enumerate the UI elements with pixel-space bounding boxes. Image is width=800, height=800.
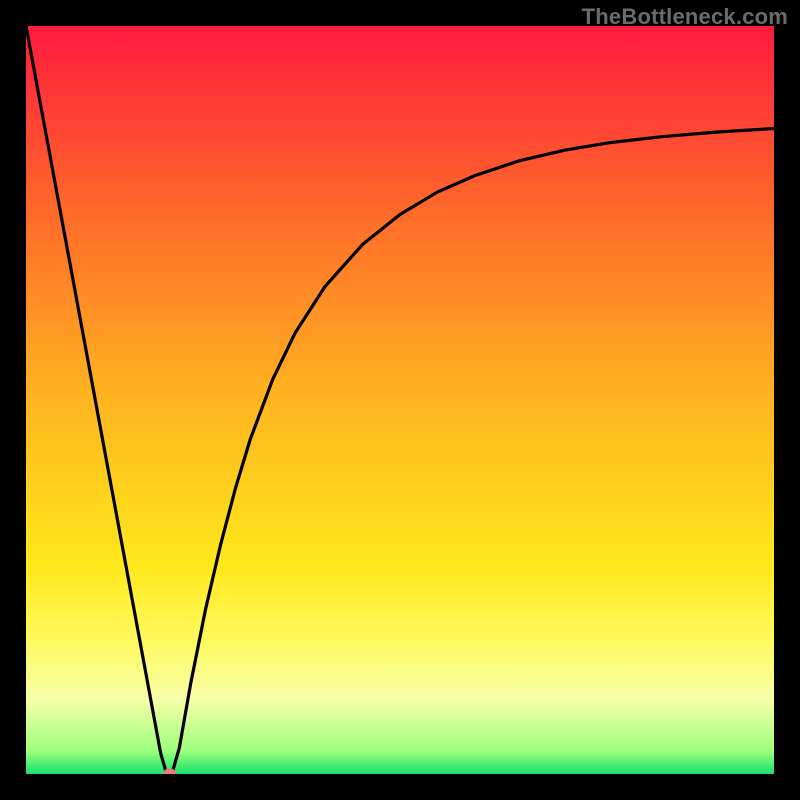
watermark-text: TheBottleneck.com <box>582 4 788 30</box>
plot-area <box>26 26 774 774</box>
chart-container: { "watermark": "TheBottleneck.com", "cha… <box>0 0 800 800</box>
